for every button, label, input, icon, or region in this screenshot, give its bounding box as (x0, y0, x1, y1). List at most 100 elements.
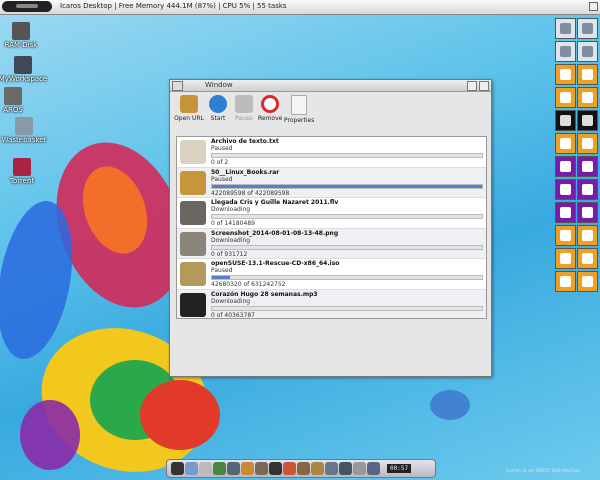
dock-launcher-button[interactable] (555, 64, 576, 85)
dock-launcher-button[interactable] (577, 87, 598, 108)
file-type-icon (180, 262, 206, 286)
download-item[interactable]: 50__Linux_Books.rar Paused 422089598 of 42… (177, 167, 486, 198)
window-title: Window (205, 81, 233, 89)
app-icon (582, 92, 593, 103)
dock-app-icon[interactable] (339, 462, 352, 475)
dock-launcher-button[interactable] (577, 133, 598, 154)
icon-label: Wastebasket (1, 136, 47, 144)
file-type-icon (180, 201, 206, 225)
depth-button[interactable] (479, 81, 489, 91)
download-item[interactable]: Archivo de texto.txt Paused 0 of 2 (177, 137, 486, 168)
app-icon (582, 115, 593, 126)
progress-bar (211, 244, 483, 250)
app-icon (560, 92, 571, 103)
dock-launcher-button[interactable] (555, 271, 576, 292)
dock-app-icon[interactable] (199, 462, 212, 475)
download-status: Paused (211, 145, 233, 152)
dock-app-icon[interactable] (241, 462, 254, 475)
aros-drive-item[interactable]: AROS (0, 87, 38, 114)
dock-app-icon[interactable] (311, 462, 324, 475)
app-icon (582, 23, 593, 34)
open-url-button[interactable]: Open URL (174, 94, 204, 130)
download-size: 0 of 2 (211, 159, 229, 166)
pause-icon (235, 95, 253, 113)
icon-label: MyWorkspace (0, 75, 48, 83)
dock-app-icon[interactable] (283, 462, 296, 475)
file-type-icon (180, 292, 206, 317)
dock-launcher-button[interactable] (555, 248, 576, 269)
wastebasket-item[interactable]: Wastebasket (0, 117, 49, 144)
download-item[interactable]: Screenshot_2014-08-01-08-13-48.png Downlo… (177, 228, 486, 259)
app-icon (560, 46, 571, 57)
download-item[interactable]: Llegada Cris y Guille Nazaret 2011.flv Do… (177, 198, 486, 229)
downloads-list[interactable]: Archivo de texto.txt Paused 0 of 2 50__Linu… (176, 136, 487, 319)
app-icon (560, 115, 571, 126)
dock-app-icon[interactable] (269, 462, 282, 475)
properties-button[interactable]: Properties (284, 94, 314, 130)
app-icon (560, 230, 571, 241)
pause-button[interactable]: Pause (232, 94, 256, 130)
dock-launcher-button[interactable] (577, 18, 598, 39)
dock-app-icon[interactable] (367, 462, 380, 475)
icaros-logo[interactable] (2, 1, 52, 12)
dock-launcher-button[interactable] (577, 41, 598, 62)
dock-launcher-button[interactable] (555, 156, 576, 177)
drive-icon (4, 87, 22, 105)
progress-bar (211, 214, 483, 219)
download-item[interactable]: openSUSE-13.1-Rescue-CD-x86_64.iso Paused… (177, 259, 486, 290)
window-titlebar[interactable]: Window (170, 80, 491, 92)
workspace-icon-item[interactable]: MyWorkspace (0, 56, 48, 83)
torrent-item[interactable]: Torrent (0, 158, 47, 185)
app-icon (582, 69, 593, 80)
app-icon (582, 207, 593, 218)
dock-launcher-button[interactable] (555, 110, 576, 131)
remove-button[interactable]: Remove (258, 94, 282, 130)
download-size: 42680320 of 631242752 (211, 281, 286, 288)
dock-launcher-button[interactable] (577, 248, 598, 269)
dock-launcher-button[interactable] (555, 202, 576, 223)
dock-app-icon[interactable] (325, 462, 338, 475)
ram-disk-icon-item[interactable]: RAM Disk (0, 22, 46, 49)
dock-launcher-button[interactable] (577, 271, 598, 292)
download-item[interactable]: Corazón Hugo 28 semanas.mp3 Downloading 0 … (177, 289, 486, 318)
app-icon (582, 46, 593, 57)
icon-label: RAM Disk (4, 41, 38, 49)
app-icon (582, 184, 593, 195)
app-icon (582, 253, 593, 264)
dock-launcher-button[interactable] (555, 18, 576, 39)
dock-launcher-button[interactable] (577, 64, 598, 85)
dock-app-icon[interactable] (185, 462, 198, 475)
file-name: openSUSE-13.1-Rescue-CD-x86_64.iso (211, 260, 340, 267)
dock-launcher-button[interactable] (555, 225, 576, 246)
start-button[interactable]: Start (206, 94, 230, 130)
dock-app-icon[interactable] (227, 462, 240, 475)
dock-app-icon[interactable] (255, 462, 268, 475)
app-icon (560, 253, 571, 264)
dock-app-icon[interactable] (353, 462, 366, 475)
open-url-icon (180, 95, 198, 113)
dock-launcher-button[interactable] (577, 110, 598, 131)
dock-app-icon[interactable] (171, 462, 184, 475)
dock-launcher-button[interactable] (577, 156, 598, 177)
app-icon (560, 276, 571, 287)
download-status: Downloading (211, 297, 251, 305)
zoom-button[interactable] (467, 81, 477, 91)
dock-launcher-button[interactable] (555, 179, 576, 200)
dock-launcher-button[interactable] (555, 133, 576, 154)
dock-launcher-button[interactable] (577, 179, 598, 200)
progress-bar (211, 183, 483, 189)
watermark-text: Icaros is an AROS distribution (506, 468, 580, 474)
close-button[interactable] (172, 81, 183, 91)
dock-launcher-button[interactable] (555, 41, 576, 62)
dock-app-icon[interactable] (297, 462, 310, 475)
dock-launcher-button[interactable] (577, 225, 598, 246)
app-icon (560, 138, 571, 149)
dock-app-icon[interactable] (213, 462, 226, 475)
download-status: Paused (211, 267, 233, 274)
dock-launcher-button[interactable] (577, 202, 598, 223)
depth-button[interactable] (589, 2, 598, 11)
file-name: Archivo de texto.txt (211, 138, 279, 145)
download-status: Downloading (211, 236, 251, 244)
dock-launcher-button[interactable] (555, 87, 576, 108)
file-name: Llegada Cris y Guille Nazaret 2011.flv (211, 199, 339, 206)
